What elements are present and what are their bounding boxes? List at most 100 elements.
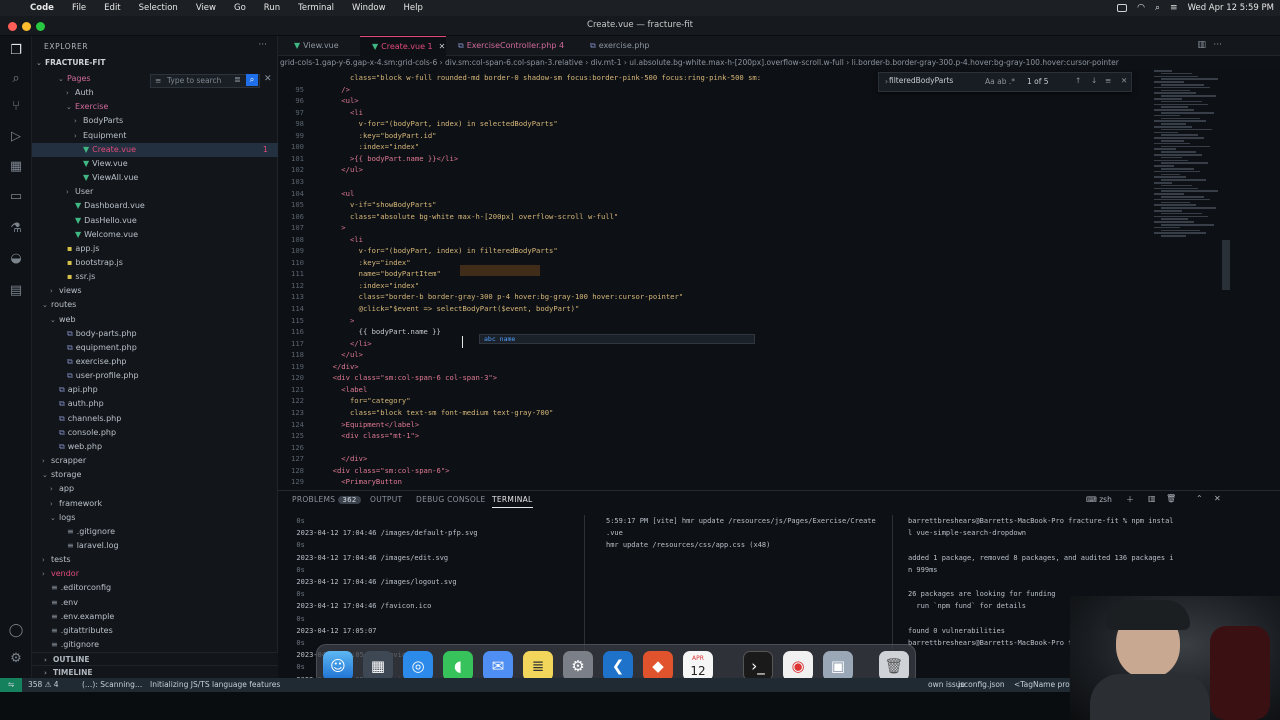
settings-gear-icon[interactable]: ⚙: [7, 650, 25, 668]
search-icon[interactable]: ⌕: [7, 70, 25, 88]
suggestion-item[interactable]: abc name: [484, 335, 515, 343]
launchpad-icon[interactable]: ▦: [363, 651, 393, 681]
tree-file[interactable]: ≡ laravel.log: [32, 539, 278, 553]
remote-indicator-icon[interactable]: ⇋: [0, 678, 22, 692]
maximize-panel-icon[interactable]: ⌃: [1196, 494, 1203, 503]
split-terminal-icon[interactable]: ▥: [1148, 494, 1156, 503]
preview-icon[interactable]: ▣: [823, 651, 853, 681]
tab-exercise-php[interactable]: ⧉ exercise.php: [578, 36, 668, 56]
tree-file[interactable]: ▼ Create.vue 1: [32, 142, 278, 157]
tree-file[interactable]: ▼ Welcome.vue: [32, 228, 278, 242]
safari-icon[interactable]: ◎: [403, 651, 433, 681]
testing-icon[interactable]: ⚗: [7, 220, 25, 238]
more-actions-icon[interactable]: ···: [1213, 40, 1222, 50]
tree-file[interactable]: ▪ ssr.js: [32, 270, 278, 284]
problems-status[interactable]: 358 ⚠ 4: [28, 678, 59, 692]
tree-folder[interactable]: › BodyParts: [32, 114, 278, 128]
settings-icon[interactable]: ⚙: [563, 651, 593, 681]
minimap[interactable]: [1150, 70, 1230, 240]
tree-file[interactable]: ≡ .env: [32, 596, 278, 610]
control-center-icon[interactable]: ≡: [1170, 3, 1178, 13]
autocomplete-suggestion[interactable]: abc name: [479, 334, 755, 344]
tree-folder[interactable]: › views: [32, 284, 278, 298]
tree-file[interactable]: ≡ .gitignore: [32, 525, 278, 539]
tagname-status[interactable]: <TagName prop: [1014, 678, 1075, 692]
wifi-icon[interactable]: ◠: [1137, 3, 1145, 13]
kill-terminal-icon[interactable]: 🗑: [1166, 494, 1176, 503]
battery-icon[interactable]: [1117, 4, 1128, 12]
mail-icon[interactable]: ✉: [483, 651, 513, 681]
tree-file[interactable]: ⧉ console.php: [32, 426, 278, 440]
menu-view[interactable]: View: [187, 3, 225, 13]
remote-explorer-icon[interactable]: ▭: [7, 188, 25, 206]
menu-selection[interactable]: Selection: [130, 3, 187, 13]
tree-file[interactable]: ⧉ body-parts.php: [32, 327, 278, 341]
tree-file[interactable]: ⧉ channels.php: [32, 412, 278, 426]
tree-folder[interactable]: › vendor: [32, 567, 278, 581]
tree-folder[interactable]: ⌄ web: [32, 313, 278, 327]
tree-folder[interactable]: ⌄ storage: [32, 468, 278, 482]
trash-icon[interactable]: 🗑: [879, 651, 909, 681]
tree-file[interactable]: ⧉ equipment.php: [32, 341, 278, 355]
split-editor-icon[interactable]: ▥: [1197, 40, 1206, 50]
tab-output[interactable]: OUTPUT: [370, 495, 402, 504]
menu-go[interactable]: Go: [225, 3, 255, 13]
tree-folder[interactable]: ⌄ logs: [32, 511, 278, 525]
tree-folder[interactable]: ⌄ Pages: [32, 72, 278, 86]
find-options[interactable]: Aa ab .*: [985, 77, 1015, 86]
tree-file[interactable]: ≡ .editorconfig: [32, 581, 278, 595]
tab-exercise-controller[interactable]: ⧉ ExerciseController.php 4: [446, 36, 576, 56]
tree-file[interactable]: ▼ DasHello.vue: [32, 214, 278, 228]
project-title[interactable]: ⌄ FRACTURE-FIT: [36, 58, 105, 67]
close-panel-icon[interactable]: ✕: [1214, 494, 1221, 503]
tab-terminal[interactable]: TERMINAL: [492, 495, 533, 508]
menu-file[interactable]: File: [63, 3, 95, 13]
terminal-app-icon[interactable]: ›_: [743, 651, 773, 681]
next-match-icon[interactable]: ↓: [1091, 76, 1097, 85]
tree-folder[interactable]: › Equipment: [32, 129, 278, 143]
messages-icon[interactable]: ◖: [443, 651, 473, 681]
terminal-shell-label[interactable]: ⌨ zsh: [1086, 495, 1112, 504]
chrome-icon[interactable]: ◉: [783, 651, 813, 681]
vscode-icon[interactable]: ❮: [603, 651, 633, 681]
more-actions-icon[interactable]: ···: [258, 40, 267, 50]
finder-icon[interactable]: ☺: [323, 651, 353, 681]
source-control-icon[interactable]: ⑂: [7, 98, 25, 116]
menubar-clock[interactable]: Wed Apr 12 5:59 PM: [1188, 3, 1274, 13]
tab-problems[interactable]: PROBLEMS 362: [292, 495, 361, 504]
tree-folder[interactable]: › tests: [32, 553, 278, 567]
new-terminal-icon[interactable]: ＋: [1126, 494, 1134, 505]
outline-section[interactable]: › OUTLINE: [32, 652, 278, 666]
account-icon[interactable]: ◯: [7, 622, 25, 640]
tree-file[interactable]: ▪ app.js: [32, 242, 278, 256]
database-icon[interactable]: ▤: [7, 282, 25, 300]
tree-folder[interactable]: ⌄ routes: [32, 298, 278, 312]
tree-file[interactable]: ≡ .gitignore: [32, 638, 278, 652]
tree-folder[interactable]: › Auth: [32, 86, 278, 100]
tree-folder[interactable]: ⌄ Exercise: [32, 100, 278, 114]
jsconfig-status[interactable]: jsconfig.json: [958, 678, 1005, 692]
tree-file[interactable]: ▪ bootstrap.js: [32, 256, 278, 270]
tree-file[interactable]: ⧉ web.php: [32, 440, 278, 454]
tree-folder[interactable]: › scrapper: [32, 454, 278, 468]
tree-file[interactable]: ⧉ user-profile.php: [32, 369, 278, 383]
docker-icon[interactable]: ◒: [7, 250, 25, 268]
tree-folder[interactable]: › framework: [32, 497, 278, 511]
menu-code[interactable]: Code: [21, 3, 63, 13]
tree-file[interactable]: ⧉ auth.php: [32, 397, 278, 411]
tab-debug-console[interactable]: DEBUG CONSOLE: [416, 495, 486, 504]
run-debug-icon[interactable]: ▷: [7, 128, 25, 146]
tree-folder[interactable]: › User: [32, 185, 278, 199]
menu-window[interactable]: Window: [343, 3, 395, 13]
tree-file[interactable]: ≡ .env.example: [32, 610, 278, 624]
tree-file[interactable]: ▼ ViewAll.vue: [32, 171, 278, 185]
tree-file[interactable]: ≡ .gitattributes: [32, 624, 278, 638]
code-editor[interactable]: class="block w-full rounded-md border-0 …: [278, 70, 1280, 490]
extensions-icon[interactable]: ▦: [7, 158, 25, 176]
tree-file[interactable]: ▼ View.vue: [32, 157, 278, 171]
tab-view-vue[interactable]: ▼ View.vue: [282, 36, 360, 56]
tree-file[interactable]: ▼ Dashboard.vue: [32, 199, 278, 213]
timeline-section[interactable]: › TIMELINE: [32, 665, 278, 679]
tree-file[interactable]: ⧉ exercise.php: [32, 355, 278, 369]
menu-run[interactable]: Run: [255, 3, 289, 13]
